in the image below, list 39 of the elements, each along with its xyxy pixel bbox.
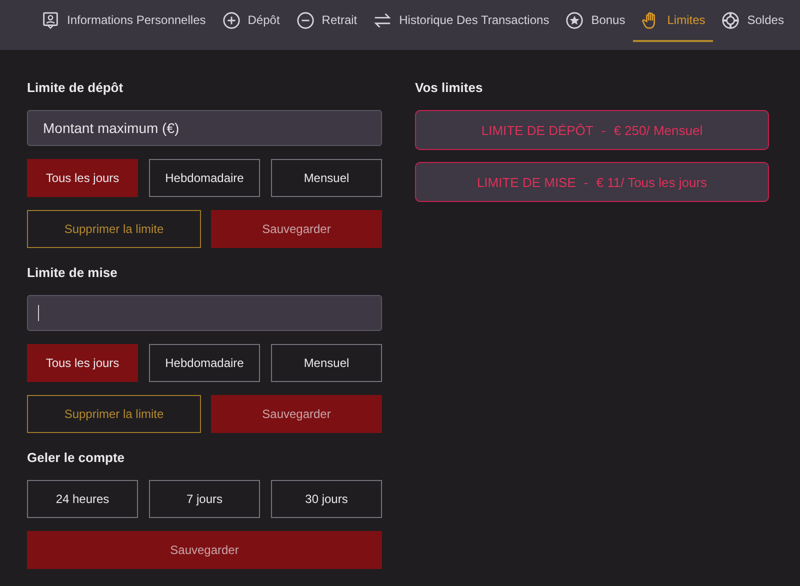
duration-button[interactable]: 7 jours [149, 480, 260, 518]
period-button[interactable]: Tous les jours [27, 344, 138, 382]
remove-limit-button[interactable]: Supprimer la limite [27, 395, 201, 433]
limit-name: LIMITE DE DÉPÔT [481, 122, 594, 138]
limit-name: LIMITE DE MISE [476, 174, 576, 190]
duration-button[interactable]: 24 heures [27, 480, 138, 518]
nav-tab[interactable]: Informations Personnelles [33, 0, 214, 42]
save-button[interactable]: Sauvegarder [27, 531, 382, 569]
period-button[interactable]: Hebdomadaire [149, 159, 260, 197]
remove-limit-button[interactable]: Supprimer la limite [27, 210, 201, 248]
amount-field[interactable]: Montant maximum (€) [27, 110, 382, 146]
period-button[interactable]: Mensuel [271, 344, 382, 382]
nav-tab[interactable]: Retrait [288, 0, 366, 42]
nav-tab[interactable]: Dépôt [214, 0, 288, 42]
duration-button[interactable]: 30 jours [271, 480, 382, 518]
section-title: Vos limites [415, 80, 484, 96]
limit-value: € 250/ Mensuel [614, 122, 703, 138]
save-button[interactable]: Sauvegarder [211, 210, 382, 248]
plus-circle-icon [222, 10, 241, 30]
separator-dash: - [584, 174, 588, 190]
save-button[interactable]: Sauvegarder [211, 395, 382, 433]
section-title: Geler le compte [27, 450, 126, 466]
section-title: Limite de mise [27, 265, 118, 281]
minus-circle-icon [296, 10, 315, 30]
amount-field[interactable] [27, 295, 382, 331]
id-card-icon [41, 10, 60, 30]
period-button[interactable]: Tous les jours [27, 159, 138, 197]
nav-tab[interactable]: Bonus [557, 0, 634, 42]
text-cursor [38, 305, 39, 321]
limit-value: € 11/ Tous les jours [596, 174, 708, 190]
nav-tab[interactable]: Limites [633, 0, 714, 42]
section-title: Limite de dépôt [27, 80, 124, 96]
swap-arrows-icon [373, 10, 392, 30]
separator-dash: - [601, 122, 606, 138]
period-button[interactable]: Hebdomadaire [149, 344, 260, 382]
nav-tab[interactable]: Historique Des Transactions [365, 0, 558, 42]
nav-tab[interactable]: Soldes [713, 0, 792, 42]
ring-icon [721, 10, 740, 30]
period-button[interactable]: Mensuel [271, 159, 382, 197]
